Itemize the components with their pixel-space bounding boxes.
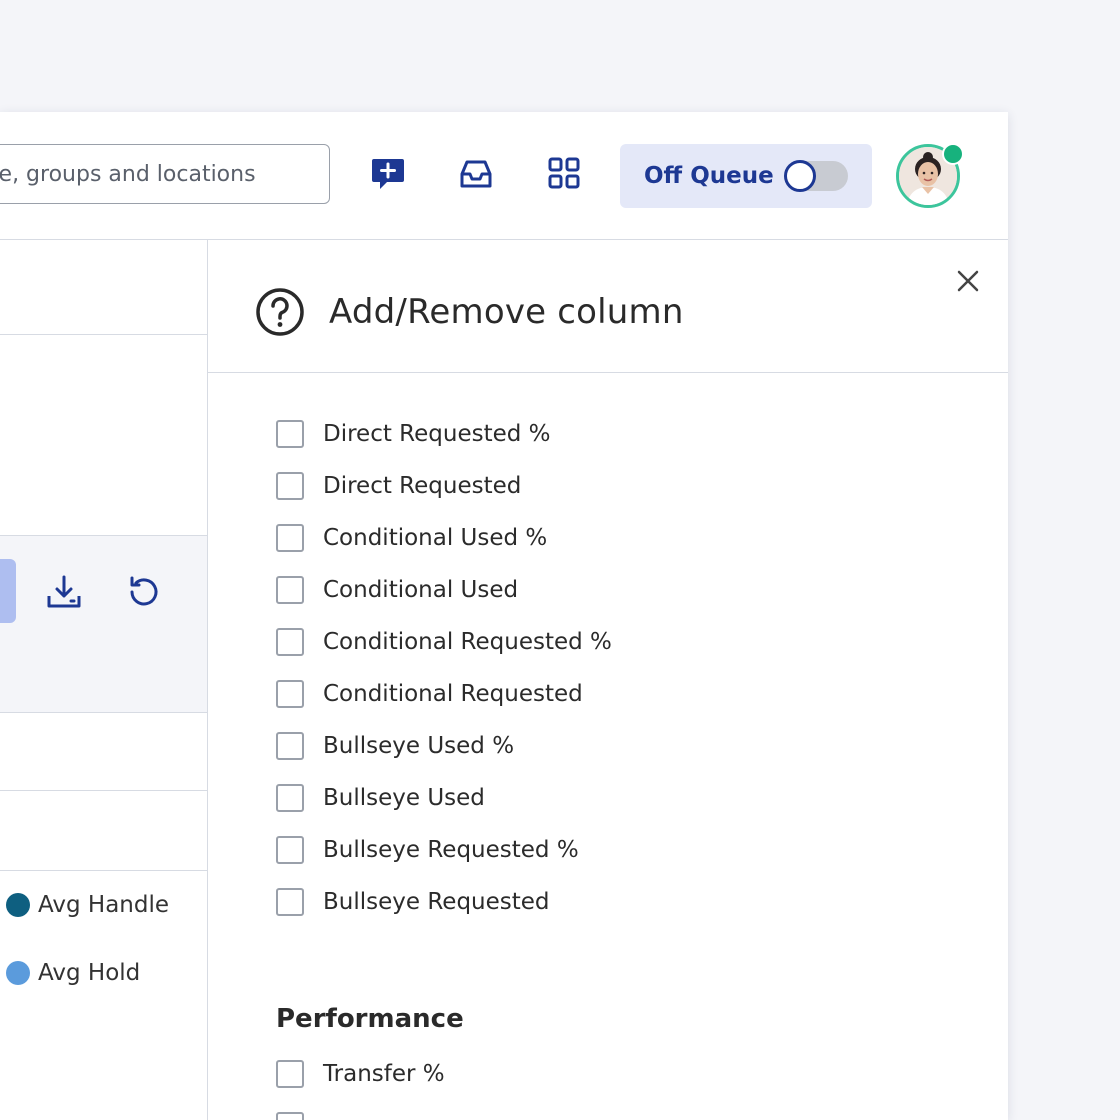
option-label: Conditional Used (323, 577, 519, 603)
legend-label: Avg Hold (38, 960, 141, 986)
option-label: Conditional Requested (323, 681, 583, 707)
section-title-performance: Performance (276, 1004, 464, 1034)
column-option[interactable]: Conditional Used % (276, 512, 612, 564)
help-icon[interactable] (254, 286, 306, 338)
option-label: Bullseye Requested (323, 889, 550, 915)
toolbar-button-partial[interactable] (0, 559, 16, 623)
checkbox[interactable] (276, 1112, 304, 1120)
option-label: Bullseye Used (323, 785, 485, 811)
performance-options-list: Transfer % (276, 1048, 445, 1120)
reset-icon[interactable] (124, 572, 164, 612)
column-option[interactable]: Bullseye Used % (276, 720, 612, 772)
checkbox[interactable] (276, 836, 304, 864)
app-window: Off Queue (0, 112, 1008, 1120)
divider (0, 334, 207, 335)
column-option[interactable]: Transfer % (276, 1048, 445, 1100)
panel-title: Add/Remove column (329, 292, 684, 332)
column-option[interactable]: Bullseye Used (276, 772, 612, 824)
switch-knob (784, 160, 816, 192)
checkbox[interactable] (276, 888, 304, 916)
checkbox[interactable] (276, 680, 304, 708)
column-option[interactable]: Conditional Requested % (276, 616, 612, 668)
option-label: Conditional Used % (323, 525, 548, 551)
legend-item-avg-hold: Avg Hold (6, 960, 140, 986)
checkbox[interactable] (276, 1060, 304, 1088)
row-divider (0, 870, 207, 871)
column-option[interactable]: Bullseye Requested (276, 876, 612, 928)
option-label: Transfer % (323, 1061, 445, 1087)
report-page: Avg Handle Avg Hold (0, 240, 207, 1120)
column-option[interactable]: Direct Requested % (276, 408, 612, 460)
presence-indicator (942, 143, 964, 165)
queue-toggle-button[interactable]: Off Queue (620, 144, 872, 208)
table-header-band (0, 647, 207, 713)
option-label: Direct Requested (323, 473, 522, 499)
checkbox[interactable] (276, 732, 304, 760)
column-options-list: Direct Requested % Direct Requested Cond… (276, 408, 612, 928)
column-option[interactable]: Direct Requested (276, 460, 612, 512)
top-bar: Off Queue (0, 112, 1008, 240)
checkbox[interactable] (276, 576, 304, 604)
close-icon[interactable] (953, 266, 983, 296)
row-divider (0, 790, 207, 791)
search-box[interactable] (0, 144, 330, 204)
option-label: Conditional Requested % (323, 629, 612, 655)
checkbox[interactable] (276, 628, 304, 656)
legend-dot-icon (6, 893, 30, 917)
column-option[interactable]: Conditional Used (276, 564, 612, 616)
inbox-icon[interactable] (454, 152, 498, 196)
new-conversation-icon[interactable] (366, 152, 410, 196)
queue-label: Off Queue (644, 163, 774, 189)
apps-grid-icon[interactable] (542, 152, 586, 196)
column-option[interactable]: Conditional Requested (276, 668, 612, 720)
download-icon[interactable] (44, 572, 84, 612)
panel-header: Add/Remove column (208, 240, 1008, 373)
option-label: Bullseye Requested % (323, 837, 579, 863)
option-label: Bullseye Used % (323, 733, 515, 759)
report-toolbar (0, 535, 207, 648)
column-option[interactable] (276, 1100, 445, 1120)
legend-label: Avg Handle (38, 892, 170, 918)
legend-item-avg-handle: Avg Handle (6, 892, 169, 918)
legend-dot-icon (6, 961, 30, 985)
checkbox[interactable] (276, 524, 304, 552)
queue-switch[interactable] (784, 160, 848, 192)
checkbox[interactable] (276, 472, 304, 500)
checkbox[interactable] (276, 420, 304, 448)
search-input[interactable] (0, 161, 323, 187)
column-option[interactable]: Bullseye Requested % (276, 824, 612, 876)
checkbox[interactable] (276, 784, 304, 812)
add-remove-column-panel: Add/Remove column Direct Requested % Dir… (208, 240, 1008, 1120)
option-label: Direct Requested % (323, 421, 551, 447)
